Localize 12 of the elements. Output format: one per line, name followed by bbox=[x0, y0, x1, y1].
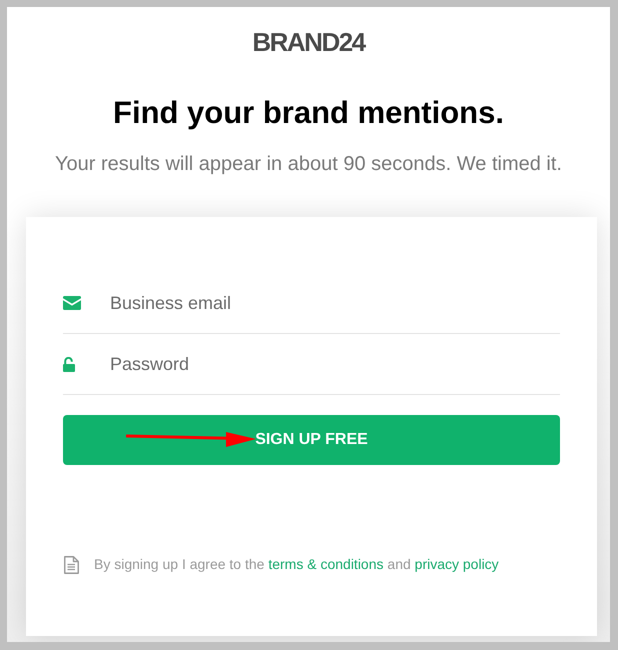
password-field[interactable]: Password bbox=[110, 344, 560, 384]
terms-link[interactable]: terms & conditions bbox=[268, 556, 384, 572]
document-icon bbox=[64, 556, 79, 574]
envelope-icon bbox=[63, 296, 81, 310]
email-field[interactable]: Business email bbox=[110, 283, 560, 323]
agreement-text: By signing up I agree to the terms & conditions and privacy policy bbox=[94, 555, 499, 574]
headline: Find your brand mentions. bbox=[113, 95, 504, 131]
subtitle: Your results will appear in about 90 seconds. We timed it. bbox=[55, 152, 562, 177]
unlocked-padlock-icon bbox=[63, 356, 75, 372]
sign-up-button[interactable]: SIGN UP FREE bbox=[63, 415, 560, 465]
brand-logo: BRAND24 bbox=[252, 29, 365, 55]
privacy-policy-link[interactable]: privacy policy bbox=[414, 556, 499, 572]
